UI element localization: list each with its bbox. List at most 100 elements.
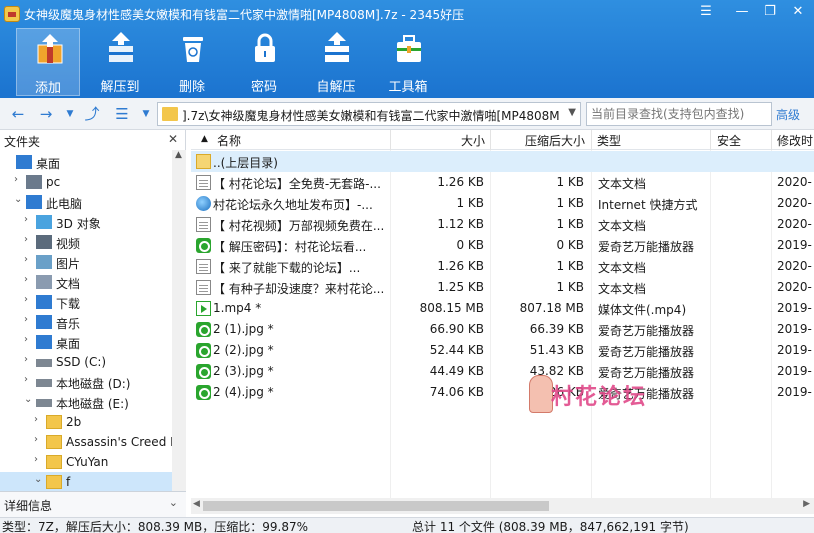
file-compressed-size: 1 KB — [556, 217, 584, 231]
tree-item[interactable]: › 图片 — [0, 252, 174, 272]
tree-item[interactable]: › Assassin's Creed IV — [0, 432, 182, 452]
chevron-right-icon[interactable]: › — [24, 214, 28, 225]
close-pane-icon[interactable]: ✕ — [168, 132, 178, 146]
toolbox-button[interactable]: 工具箱 — [376, 28, 440, 96]
minimize-button[interactable]: — — [730, 2, 754, 22]
file-row[interactable]: 村花论坛永久地址发布页】-... 1 KB 1 KB Internet 快捷方式 202… — [191, 193, 814, 214]
history-dropdown-icon[interactable]: ▼ — [60, 104, 80, 124]
tree-item[interactable]: › 音乐 — [0, 312, 174, 332]
view-list-icon[interactable]: ☰ — [112, 104, 132, 124]
chevron-right-icon[interactable]: › — [24, 274, 28, 285]
tree-item-label: SSD (C:) — [56, 355, 107, 369]
path-dropdown-icon[interactable]: ▼ — [568, 107, 576, 118]
column-size[interactable]: 大小 — [461, 132, 485, 149]
self-extract-button[interactable]: 自解压 — [304, 28, 368, 96]
chevron-right-icon[interactable]: › — [24, 294, 28, 305]
window-title: 女神级魔鬼身材性感美女嫩模和有钱富二代家中激情啪[MP4808M].7z - 2… — [24, 8, 465, 22]
view-dropdown-icon[interactable]: ▼ — [136, 104, 156, 124]
chevron-down-icon[interactable]: ⌄ — [24, 394, 32, 405]
chevron-right-icon[interactable]: › — [34, 434, 38, 445]
iqiyi-player-icon — [196, 364, 211, 379]
forward-arrow-icon[interactable]: → — [36, 104, 56, 124]
tree-item[interactable]: 桌面 — [0, 152, 174, 172]
delete-button[interactable]: 删除 — [160, 28, 224, 96]
horizontal-scrollbar[interactable]: ◀ ▶ — [191, 498, 814, 514]
tree-item[interactable]: ⌄ f — [0, 472, 174, 492]
tree-scrollbar[interactable]: ▲ ▼ — [172, 150, 186, 502]
chevron-right-icon[interactable]: › — [24, 334, 28, 345]
close-button[interactable]: ✕ — [786, 2, 810, 22]
address-bar[interactable]: ].7z\女神级魔鬼身材性感美女嫩模和有钱富二代家中激情啪[MP4808M] ▼ — [157, 102, 581, 126]
file-row[interactable]: 2 (4).jpg * 74.06 KB 73.26 KB 爱奇艺万能播放器 2019- — [191, 382, 814, 403]
column-divider[interactable] — [771, 130, 772, 150]
scroll-right-icon[interactable]: ▶ — [803, 499, 810, 509]
column-name[interactable]: 名称 — [217, 132, 241, 149]
advanced-search-button[interactable]: 高级 — [776, 106, 800, 123]
tree-item[interactable]: › 文档 — [0, 272, 174, 292]
chevron-right-icon[interactable]: › — [24, 234, 28, 245]
column-divider[interactable] — [390, 130, 391, 150]
file-row[interactable]: 【 来了就能下载的论坛】... 1.26 KB 1 KB 文本文档 2020- — [191, 256, 814, 277]
extract-button[interactable]: 解压到 — [88, 28, 152, 96]
chevron-right-icon[interactable]: › — [24, 354, 28, 365]
folder-icon — [46, 435, 62, 449]
menu-button[interactable]: ☰ — [694, 2, 718, 22]
tree-item[interactable]: › SSD (C:) — [0, 352, 174, 372]
folder-up-icon — [196, 154, 211, 169]
chevron-down-icon[interactable]: ⌄ — [169, 496, 178, 509]
tree-item[interactable]: › 下载 — [0, 292, 174, 312]
chevron-right-icon[interactable]: › — [24, 254, 28, 265]
password-button[interactable]: 密码 — [232, 28, 296, 96]
navigation-bar: ← → ▼ ⤴ ☰ ▼ ].7z\女神级魔鬼身材性感美女嫩模和有钱富二代家中激情… — [0, 98, 814, 130]
file-row[interactable]: 2 (2).jpg * 52.44 KB 51.43 KB 爱奇艺万能播放器 2019- — [191, 340, 814, 361]
tree-item-label: CYuYan — [66, 455, 109, 469]
tree-item[interactable]: › 2b — [0, 412, 174, 432]
file-row[interactable]: ..(上层目录) — [191, 151, 814, 172]
chevron-right-icon[interactable]: › — [14, 174, 18, 185]
column-divider[interactable] — [591, 130, 592, 150]
scroll-up-icon[interactable]: ▲ — [175, 150, 182, 160]
file-row[interactable]: 2 (1).jpg * 66.90 KB 66.39 KB 爱奇艺万能播放器 2019- — [191, 319, 814, 340]
tree-item[interactable]: › 桌面 — [0, 332, 174, 352]
file-row[interactable]: 【 村花视频】万部视频免费在... 1.12 KB 1 KB 文本文档 2020- — [191, 214, 814, 235]
scroll-left-icon[interactable]: ◀ — [193, 499, 200, 509]
maximize-button[interactable]: ❐ — [758, 2, 782, 22]
folder-tree-pane: 文件夹 ✕ 桌面 › pc ⌄ 此电脑 › 3D 对象 › 视频 › 图片 › 文档 › 下载 › 音乐 › 桌面 ›… — [0, 130, 186, 517]
column-divider[interactable] — [490, 130, 491, 150]
chevron-down-icon[interactable]: ⌄ — [34, 474, 42, 485]
back-arrow-icon[interactable]: ← — [8, 104, 28, 124]
tree-item[interactable]: ⌄ 本地磁盘 (E:) — [0, 392, 174, 412]
tree-item[interactable]: › pc — [0, 172, 174, 192]
column-compressed[interactable]: 压缩后大小 — [525, 132, 585, 149]
tree-item[interactable]: › 视频 — [0, 232, 174, 252]
chevron-right-icon[interactable]: › — [24, 374, 28, 385]
chevron-right-icon[interactable]: › — [24, 314, 28, 325]
file-row[interactable]: 【 有种子却没速度？来村花论... 1.25 KB 1 KB 文本文档 2020- — [191, 277, 814, 298]
tree-item-label: Assassin's Creed IV — [66, 435, 182, 449]
column-type[interactable]: 类型 — [597, 132, 621, 149]
tree-item[interactable]: › 本地磁盘 (D:) — [0, 372, 174, 392]
column-security[interactable]: 安全 — [717, 132, 741, 149]
file-type: 爱奇艺万能播放器 — [598, 324, 695, 338]
details-panel-header[interactable]: 详细信息 ⌄ — [0, 491, 186, 517]
search-box[interactable] — [586, 102, 772, 126]
add-button[interactable]: 添加 — [16, 28, 80, 96]
file-row[interactable]: 【 村花论坛】全免费-无套路-... 1.26 KB 1 KB 文本文档 2020- — [191, 172, 814, 193]
file-compressed-size: 1 KB — [556, 175, 584, 189]
column-modified[interactable]: 修改时 — [777, 132, 813, 149]
toolbox-label: 工具箱 — [388, 80, 428, 95]
chevron-right-icon[interactable]: › — [34, 414, 38, 425]
tree-item[interactable]: › 3D 对象 — [0, 212, 174, 232]
chevron-down-icon[interactable]: ⌄ — [14, 194, 22, 205]
up-folder-icon[interactable]: ⤴ — [82, 104, 102, 124]
chevron-right-icon[interactable]: › — [34, 454, 38, 465]
file-row[interactable]: 1.mp4 * 808.15 MB 807.18 MB 媒体文件(.mp4) 2019- — [191, 298, 814, 319]
file-row[interactable]: 2 (3).jpg * 44.49 KB 43.82 KB 爱奇艺万能播放器 2019- — [191, 361, 814, 382]
file-row[interactable]: 【 解压密码】：村花论坛看... 0 KB 0 KB 爱奇艺万能播放器 2019- — [191, 235, 814, 256]
column-divider[interactable] — [710, 130, 711, 150]
scrollbar-thumb[interactable] — [203, 501, 549, 511]
tree-item[interactable]: ⌄ 此电脑 — [0, 192, 174, 212]
status-archive-info: 类型：7Z，解压后大小：808.39 MB，压缩比：99.87% — [2, 520, 309, 533]
tree-item[interactable]: › CYuYan — [0, 452, 174, 472]
search-input[interactable] — [591, 104, 771, 124]
